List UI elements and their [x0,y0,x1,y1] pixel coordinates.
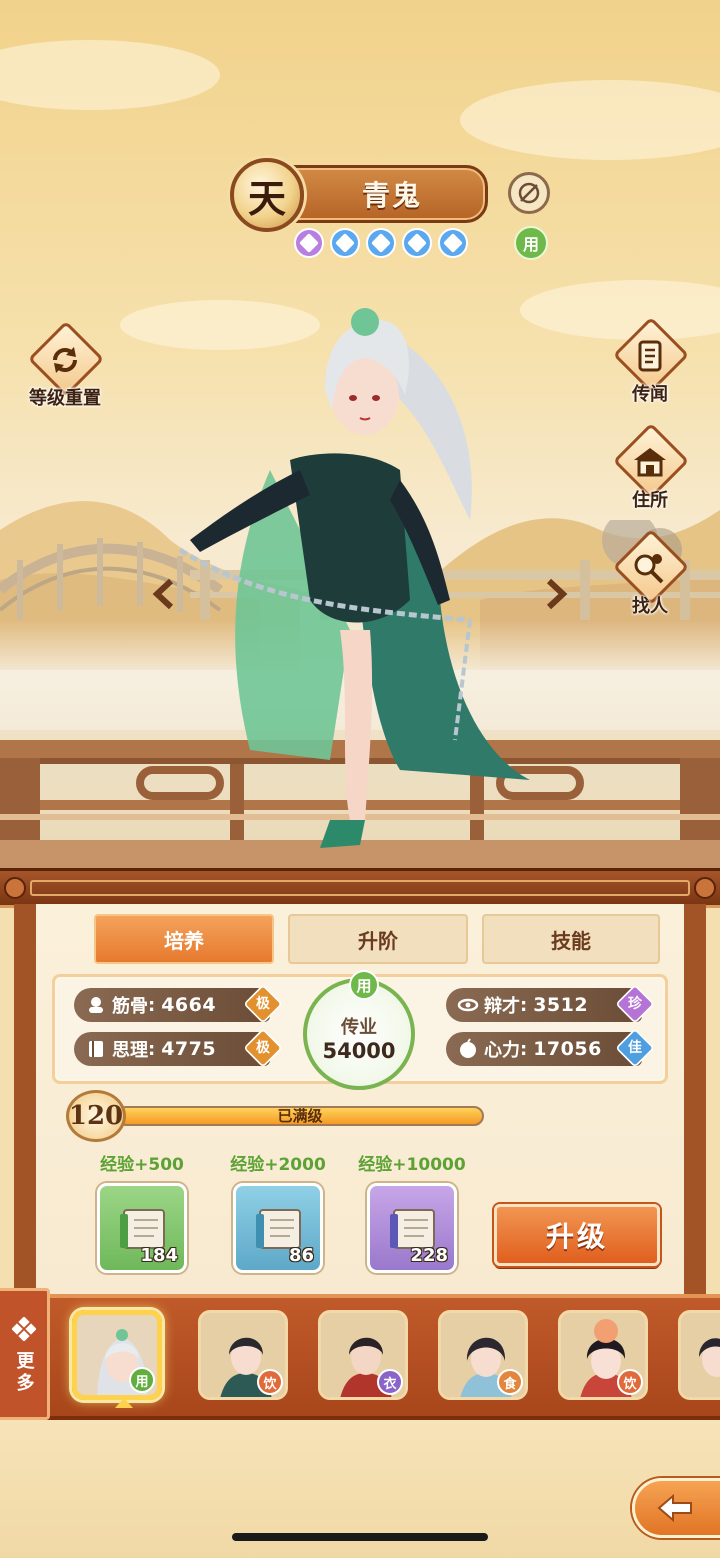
exp-book-medium[interactable]: 经验+2000 86 [226,1150,330,1273]
star-icon [366,228,396,258]
more-label: 更多 [13,1351,35,1395]
character-figure[interactable] [150,300,560,870]
stat-value: 4664 [161,994,217,1016]
tab-skills[interactable]: 技能 [482,914,660,964]
selection-pointer [115,1398,133,1408]
eloquence-icon [457,998,479,1012]
roster-portrait[interactable]: 饮 [198,1310,288,1400]
heart-icon [460,1038,476,1058]
prev-character-button[interactable] [146,574,182,614]
stat-name: 辩才 [484,996,520,1017]
stat-name: 筋骨 [112,996,148,1017]
star-icon [294,228,324,258]
exp-book-card[interactable]: 228 [367,1183,457,1273]
stat-xinli: 心力: 17056 佳 [446,1028,655,1068]
legend-label: 传闻 [632,384,668,405]
exp-book-label: 经验+500 [100,1155,184,1175]
roster-tag: 食 [497,1369,523,1395]
character-name: 青鬼 [361,179,422,212]
reset-level-button[interactable]: 等级重置 [20,320,110,416]
roster-portrait[interactable]: 食 [438,1310,528,1400]
stat-name: 思理 [112,1040,148,1061]
character-avatar [681,1313,720,1397]
star-icon [402,228,432,258]
legend-button[interactable]: 传闻 [605,316,695,412]
exp-book-count: 184 [140,1245,178,1266]
more-button[interactable]: 更多 [0,1288,50,1420]
upgrade-button[interactable]: 升级 [494,1204,660,1266]
panel-frame-top [0,868,720,908]
stat-value: 4775 [161,1038,217,1060]
search-person-icon [634,554,664,584]
muscle-icon [89,997,103,1013]
exp-book-large[interactable]: 经验+10000 228 [356,1150,468,1273]
exp-book-label: 经验+10000 [358,1155,466,1175]
exp-book-small[interactable]: 经验+500 184 [90,1150,194,1273]
roster-tag: 衣 [377,1369,403,1395]
level-status: 已满级 [277,1107,323,1125]
rank-badge: 天 [230,158,304,232]
seal-value: 54000 [322,1039,396,1063]
stat-value: 3512 [533,994,589,1016]
next-character-button[interactable] [538,574,574,614]
chevron-right-icon [546,578,568,610]
roster-portrait-partial[interactable] [678,1310,720,1400]
roster-portrait[interactable]: 饮 [558,1310,648,1400]
tab-advance[interactable]: 升阶 [288,914,468,964]
roster-portrait[interactable]: 用 [72,1310,162,1400]
find-person-button[interactable]: 找人 [605,528,695,624]
stat-name: 心力 [484,1040,520,1061]
stat-jingu: 筋骨: 4664 极 [74,984,283,1024]
home-indicator [232,1533,488,1541]
find-person-label: 找人 [632,596,668,617]
stat-value: 17056 [533,1038,602,1060]
star-icon [330,228,360,258]
character-name-banner: 青鬼 [282,165,488,223]
residence-label: 住所 [632,490,668,511]
level-number: 120 [66,1090,126,1142]
exp-book-card[interactable]: 86 [233,1183,323,1273]
residence-button[interactable]: 住所 [605,422,695,518]
level-progress-bar: 已满级 [116,1106,484,1126]
stat-biancai: 辩才: 3512 珍 [446,984,655,1024]
roster-tag: 饮 [617,1369,643,1395]
chevron-left-icon [152,578,174,610]
seal-label: 传业 [341,1017,377,1038]
book-icon [89,1041,103,1057]
back-arrow-icon [657,1493,692,1523]
rename-button[interactable] [508,172,550,214]
exp-book-count: 86 [288,1245,314,1266]
back-button[interactable] [632,1478,720,1538]
exp-book-card[interactable]: 184 [97,1183,187,1273]
status-chip: 用 [514,226,548,260]
roster-tag: 饮 [257,1369,283,1395]
tab-cultivate[interactable]: 培养 [94,914,274,964]
grid-icon [11,1317,36,1341]
roster-tag: 用 [129,1367,155,1393]
stat-sili: 思理: 4775 极 [74,1028,283,1068]
exp-book-label: 经验+2000 [230,1155,326,1175]
house-icon [634,448,666,477]
panel-tabs: 培养 升阶 技能 [94,914,660,964]
refresh-icon [53,347,77,373]
level-indicator: 120 已满级 [66,1090,484,1142]
exp-book-count: 228 [410,1245,448,1266]
reset-level-label: 等级重置 [29,388,101,409]
scroll-icon [638,340,662,372]
star-icon [438,228,468,258]
star-rating [294,228,468,258]
roster-portrait[interactable]: 衣 [318,1310,408,1400]
rename-icon [518,182,540,204]
inheritance-seal[interactable]: 用 传业 54000 [303,970,415,1090]
seal-status-chip: 用 [349,970,379,1000]
